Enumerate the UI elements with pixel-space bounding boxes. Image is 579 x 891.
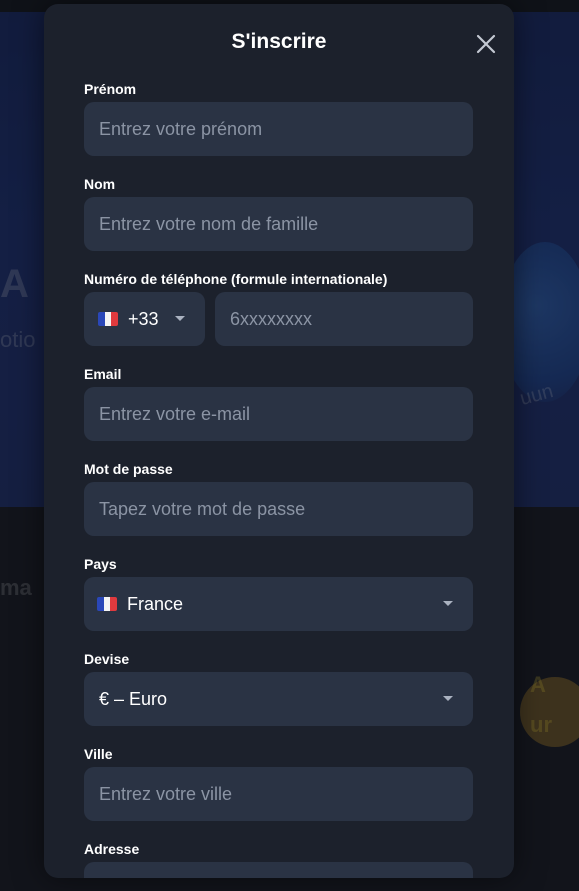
last-name-input[interactable] [99, 197, 473, 251]
address-field[interactable] [84, 862, 473, 878]
chevron-down-icon [443, 696, 453, 701]
country-label: Pays [84, 556, 117, 572]
city-field[interactable] [84, 767, 473, 821]
chevron-down-icon [175, 316, 185, 321]
modal-title: S'inscrire [231, 30, 327, 53]
address-label: Adresse [84, 841, 140, 857]
chevron-down-icon [443, 601, 453, 606]
first-name-input[interactable] [99, 102, 473, 156]
registration-modal: S'inscrire Prénom Nom Numéro de téléphon… [44, 4, 514, 878]
email-label: Email [84, 366, 122, 382]
phone-country-code: +33 [128, 308, 159, 329]
currency-label: Devise [84, 651, 130, 667]
country-select[interactable]: France [84, 577, 473, 631]
city-label: Ville [84, 746, 113, 762]
close-button[interactable] [470, 28, 502, 60]
country-value: France [127, 593, 184, 614]
phone-number-input[interactable] [230, 292, 473, 346]
last-name-field[interactable] [84, 197, 473, 251]
city-input[interactable] [99, 767, 473, 821]
address-input[interactable] [99, 862, 473, 878]
email-field[interactable] [84, 387, 473, 441]
last-name-label: Nom [84, 176, 116, 192]
close-icon [476, 34, 496, 54]
password-label: Mot de passe [84, 461, 173, 477]
first-name-field[interactable] [84, 102, 473, 156]
currency-select[interactable]: € – Euro [84, 672, 473, 726]
france-flag-icon [98, 312, 118, 326]
phone-label: Numéro de téléphone (formule internation… [84, 271, 388, 287]
phone-country-code-select[interactable]: +33 [84, 292, 205, 346]
france-flag-icon [97, 597, 117, 611]
first-name-label: Prénom [84, 81, 137, 97]
password-input[interactable] [99, 482, 473, 536]
email-input[interactable] [99, 387, 473, 441]
password-field[interactable] [84, 482, 473, 536]
phone-number-field[interactable] [215, 292, 473, 346]
currency-value: € – Euro [99, 688, 168, 709]
